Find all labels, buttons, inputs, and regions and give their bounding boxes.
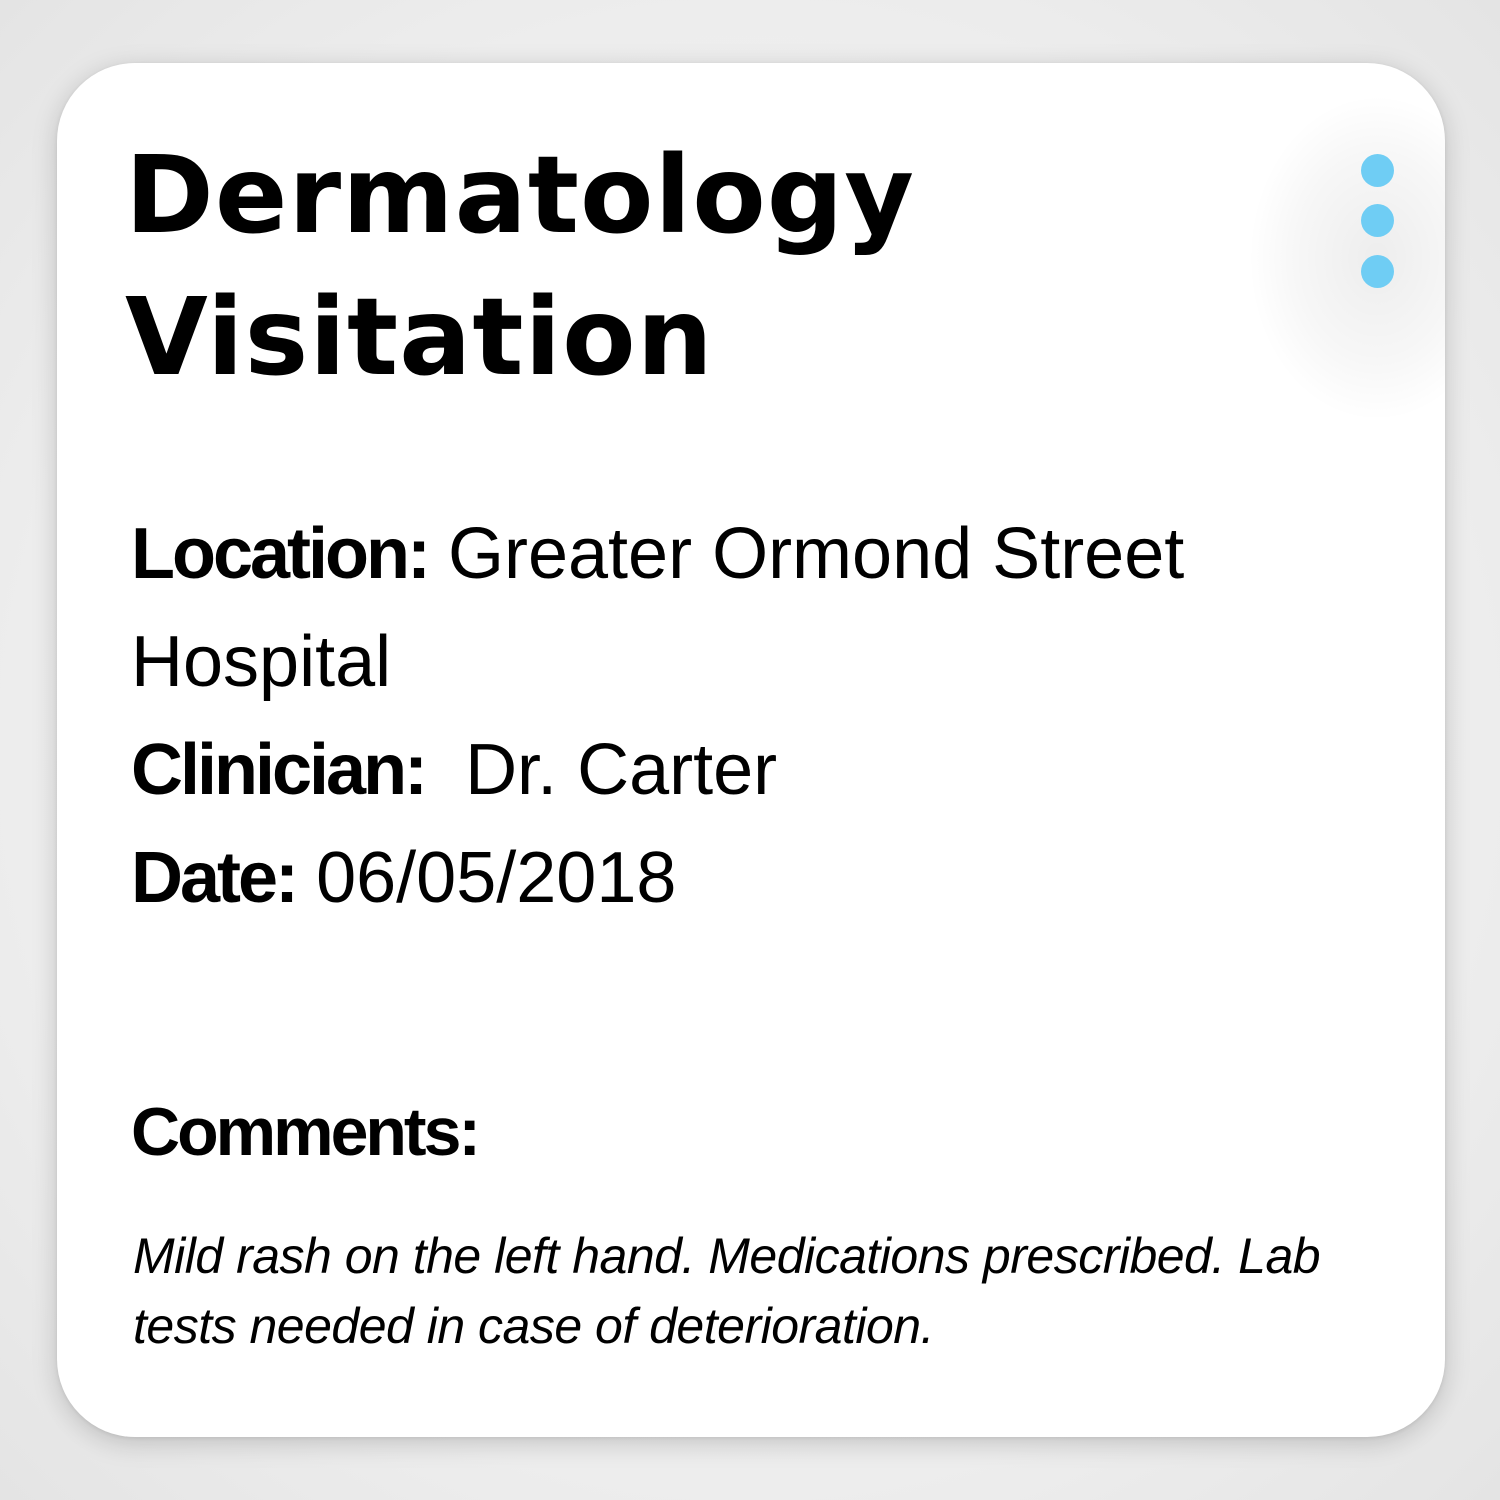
clinician-label: Clinician: — [131, 730, 428, 810]
card-title-line-2: Visitation — [125, 276, 714, 400]
more-options-button[interactable] — [1347, 151, 1407, 301]
clinician-row: Clinician: Dr. Carter — [131, 716, 1381, 824]
date-value: 06/05/2018 — [316, 838, 677, 918]
card-title: Dermatology Visitation — [125, 125, 1245, 409]
location-row: Location: Greater Ormond Street Hospital — [131, 500, 1381, 716]
more-vertical-icon — [1361, 154, 1394, 187]
card-title-line-1: Dermatology — [125, 134, 916, 258]
visit-card: Dermatology Visitation Location: Greater… — [57, 63, 1445, 1437]
page-background: Dermatology Visitation Location: Greater… — [0, 0, 1500, 1500]
more-vertical-icon — [1361, 255, 1394, 288]
date-row: Date: 06/05/2018 — [131, 824, 1381, 932]
comments-label: Comments: — [131, 1094, 481, 1170]
clinician-value: Dr. Carter — [465, 730, 778, 810]
date-label: Date: — [131, 838, 299, 918]
menu-glow — [1247, 93, 1445, 423]
more-vertical-icon — [1361, 204, 1394, 237]
comments-text: Mild rash on the left hand. Medications … — [133, 1228, 1321, 1354]
visit-details: Location: Greater Ormond Street Hospital… — [131, 500, 1381, 932]
location-label: Location: — [131, 514, 431, 594]
